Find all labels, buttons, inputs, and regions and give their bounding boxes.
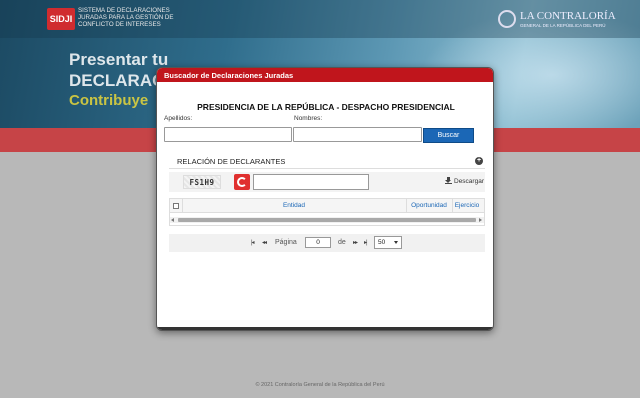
logo-caption: SISTEMA DE DECLARACIONES JURADAS PARA LA… <box>78 7 174 28</box>
modal-bottom-bar <box>157 327 493 330</box>
captcha-image: FS1H9 <box>183 175 221 189</box>
col-entidad[interactable]: Entidad <box>182 202 406 209</box>
of-label: de <box>338 239 346 246</box>
page-label: Página <box>275 239 297 246</box>
scrollbar-thumb[interactable] <box>178 218 476 222</box>
descargar-label: Descargar <box>454 178 484 185</box>
refresh-icon <box>237 177 247 187</box>
section-divider <box>169 168 485 169</box>
buscar-button[interactable]: Buscar <box>423 128 474 143</box>
col-oportunidad[interactable]: Oportunidad <box>406 202 452 209</box>
select-all-checkbox[interactable] <box>173 203 179 209</box>
captcha-input[interactable] <box>253 174 369 190</box>
scroll-right-icon[interactable] <box>479 218 482 222</box>
last-page-icon[interactable]: ▸| <box>364 239 367 246</box>
page-input[interactable]: 0 <box>305 237 331 248</box>
apellidos-input[interactable] <box>164 127 292 142</box>
modal-title: Buscador de Declaraciones Juradas <box>157 68 493 82</box>
hero-headline-3: Contribuye <box>69 92 149 109</box>
hero-headline-2: DECLARACI <box>69 71 170 90</box>
footer-copyright: © 2021 Contraloría General de la Repúbli… <box>255 382 385 388</box>
sidji-logo: SIDJI <box>47 8 75 30</box>
search-modal: Buscador de Declaraciones Juradas PRESID… <box>156 67 494 331</box>
prev-page-icon[interactable]: ◂◂ <box>262 239 267 246</box>
nombres-label: Nombres: <box>294 115 323 122</box>
section-title: RELACIÓN DE DECLARANTES <box>177 157 286 166</box>
first-page-icon[interactable]: |◂ <box>251 239 254 246</box>
nombres-input[interactable] <box>293 127 422 142</box>
chevron-down-icon <box>394 241 398 244</box>
brand-sub: GENERAL DE LA REPÚBLICA DEL PERÚ <box>520 23 606 28</box>
hero-headline-1: Presentar tu <box>69 50 169 69</box>
pager: |◂ ◂◂ Página 0 de ▸▸ ▸| 50 <box>169 234 485 252</box>
next-page-icon[interactable]: ▸▸ <box>353 239 358 246</box>
descargar-button[interactable]: Descargar <box>445 177 484 185</box>
refresh-captcha-button[interactable] <box>234 174 250 190</box>
scroll-left-icon[interactable] <box>171 218 174 222</box>
expand-plus-icon[interactable]: + <box>475 157 483 165</box>
grid-header: Entidad Oportunidad Ejercicio <box>170 199 484 213</box>
entity-title: PRESIDENCIA DE LA REPÚBLICA - DESPACHO P… <box>197 102 455 112</box>
horizontal-scrollbar[interactable] <box>170 217 484 223</box>
brand-name: LA CONTRALORÍA <box>520 10 616 22</box>
contraloria-emblem-icon <box>498 10 516 28</box>
page-size-select[interactable]: 50 <box>374 236 402 249</box>
page-size-value: 50 <box>378 239 386 246</box>
declarants-grid: Entidad Oportunidad Ejercicio <box>169 198 485 226</box>
download-icon <box>445 177 452 184</box>
captcha-toolbar: FS1H9 Descargar <box>169 172 485 192</box>
col-ejercicio[interactable]: Ejercicio <box>452 202 482 209</box>
apellidos-label: Apellidos: <box>164 115 193 122</box>
